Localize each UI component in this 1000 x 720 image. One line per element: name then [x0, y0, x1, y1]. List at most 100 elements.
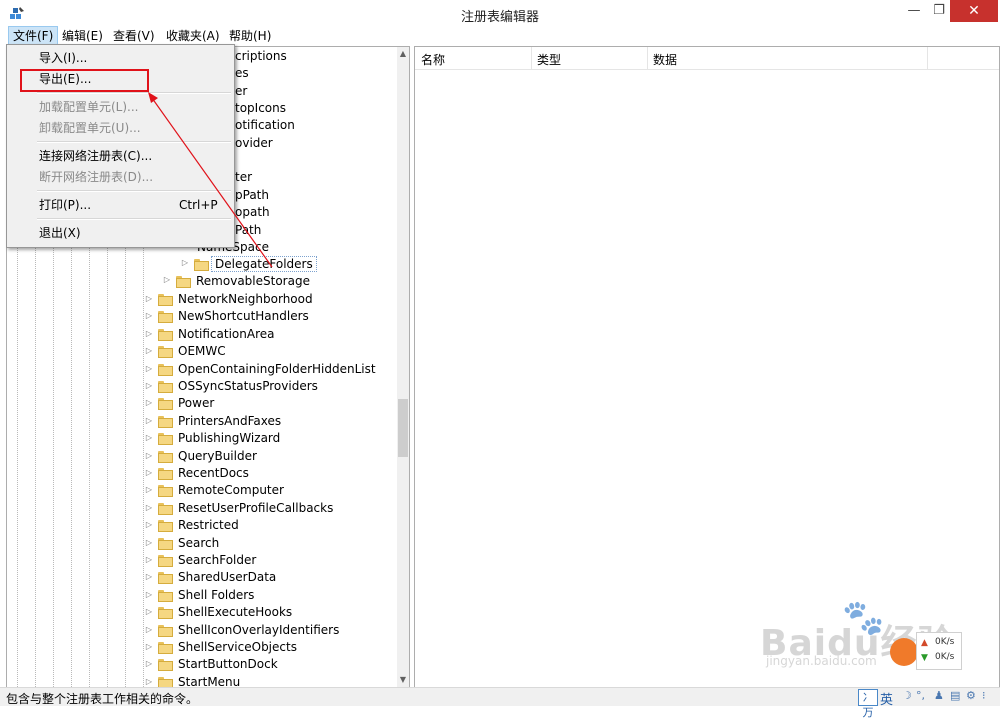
- tree-item[interactable]: es: [235, 65, 249, 82]
- tree-item[interactable]: RecentDocs: [178, 466, 249, 480]
- tree-item[interactable]: pPath: [235, 187, 269, 204]
- tree-item[interactable]: ovider: [235, 135, 273, 152]
- menu-print[interactable]: 打印(P)...: [39, 195, 91, 215]
- expand-icon[interactable]: ▷: [144, 590, 154, 599]
- tree-item[interactable]: otification: [235, 117, 295, 134]
- menu-edit[interactable]: 编辑(E): [58, 27, 107, 45]
- expand-icon[interactable]: ▷: [144, 659, 154, 668]
- expand-icon[interactable]: ▷: [144, 625, 154, 634]
- tree-scrollbar[interactable]: [397, 47, 409, 687]
- tree-item[interactable]: QueryBuilder: [178, 449, 257, 463]
- tree-item[interactable]: ShellExecuteHooks: [178, 605, 292, 619]
- column-divider[interactable]: [927, 47, 928, 69]
- values-list-pane[interactable]: 名称 类型 数据: [414, 46, 1000, 688]
- expand-icon[interactable]: ▷: [144, 433, 154, 442]
- tree-item-selected[interactable]: DelegateFolders: [211, 256, 317, 272]
- expand-icon[interactable]: ▷: [144, 416, 154, 425]
- scroll-up-arrow-icon[interactable]: ▲: [397, 47, 409, 61]
- expand-icon[interactable]: ▷: [144, 642, 154, 651]
- tree-item[interactable]: Search: [178, 536, 219, 550]
- tree-item[interactable]: ResetUserProfileCallbacks: [178, 501, 333, 515]
- tree-item[interactable]: OEMWC: [178, 344, 226, 358]
- tree-item[interactable]: NetworkNeighborhood: [178, 292, 313, 306]
- download-arrow-icon: ▼: [921, 653, 928, 663]
- expand-icon[interactable]: ▷: [144, 451, 154, 460]
- expand-icon[interactable]: ▷: [144, 468, 154, 477]
- expand-icon[interactable]: ▷: [144, 364, 154, 373]
- expand-icon[interactable]: ▷: [144, 538, 154, 547]
- expand-icon[interactable]: ▷: [144, 311, 154, 320]
- expand-icon[interactable]: ▷: [144, 485, 154, 494]
- tree-item[interactable]: Path: [235, 222, 261, 239]
- tree-item[interactable]: criptions: [235, 48, 287, 65]
- column-divider[interactable]: [647, 47, 648, 69]
- network-ball-icon[interactable]: [890, 638, 918, 666]
- tree-item[interactable]: Shell Folders: [178, 588, 254, 602]
- tree-item[interactable]: SearchFolder: [178, 553, 256, 567]
- expand-icon[interactable]: ▷: [144, 346, 154, 355]
- minimize-button[interactable]: —: [900, 0, 928, 22]
- expand-icon[interactable]: ▷: [144, 677, 154, 686]
- tree-item[interactable]: topIcons: [235, 100, 286, 117]
- tree-item[interactable]: OSSyncStatusProviders: [178, 379, 318, 393]
- close-button[interactable]: ✕: [950, 0, 998, 22]
- settings-icon[interactable]: ⚙: [966, 689, 976, 702]
- tree-item[interactable]: RemoteComputer: [178, 483, 284, 497]
- punctuation-icon[interactable]: °,: [916, 689, 925, 702]
- expand-icon[interactable]: ▷: [180, 258, 190, 267]
- menu-connect-network-registry[interactable]: 连接网络注册表(C)...: [39, 146, 152, 166]
- expand-icon[interactable]: ▷: [144, 520, 154, 529]
- scroll-down-arrow-icon[interactable]: ▼: [397, 673, 409, 687]
- column-header-type[interactable]: 类型: [537, 51, 561, 68]
- tree-item[interactable]: Power: [178, 396, 214, 410]
- expand-icon[interactable]: ▷: [144, 329, 154, 338]
- folder-icon: [158, 555, 173, 567]
- expand-icon[interactable]: ▷: [144, 572, 154, 581]
- tree-item[interactable]: RemovableStorage: [196, 274, 310, 288]
- ime-language-indicator[interactable]: 英: [880, 689, 893, 708]
- menu-file[interactable]: 文件(F): [8, 26, 59, 46]
- menu-exit[interactable]: 退出(X): [39, 223, 81, 243]
- tree-item[interactable]: opath: [235, 204, 270, 221]
- expand-icon[interactable]: ▷: [144, 294, 154, 303]
- tree-item[interactable]: NewShortcutHandlers: [178, 309, 309, 323]
- column-header-data[interactable]: 数据: [653, 51, 677, 68]
- menu-view[interactable]: 查看(V): [109, 27, 159, 45]
- menu-print-shortcut: Ctrl+P: [179, 198, 218, 212]
- tree-item[interactable]: ShellIconOverlayIdentifiers: [178, 623, 339, 637]
- tree-item[interactable]: ter: [235, 169, 252, 186]
- tree-item[interactable]: ShellServiceObjects: [178, 640, 297, 654]
- expand-icon[interactable]: ▷: [144, 381, 154, 390]
- folder-icon: [158, 659, 173, 671]
- ime-icon[interactable]: 冫万: [858, 689, 878, 719]
- network-monitor-widget[interactable]: ▲ 0K/s ▼ 0K/s: [890, 632, 970, 670]
- moon-icon[interactable]: ☽: [902, 689, 912, 702]
- tree-item[interactable]: Restricted: [178, 518, 239, 532]
- menu-import[interactable]: 导入(I)...: [39, 48, 87, 68]
- column-header-name[interactable]: 名称: [421, 51, 445, 68]
- upload-speed: 0K/s: [935, 637, 955, 647]
- tree-item[interactable]: NotificationArea: [178, 327, 274, 341]
- tree-item[interactable]: OpenContainingFolderHiddenList: [178, 362, 376, 376]
- menu-help[interactable]: 帮助(H): [225, 27, 275, 45]
- maximize-button[interactable]: ❐: [928, 0, 950, 22]
- menu-favorites[interactable]: 收藏夹(A): [162, 27, 224, 45]
- expand-icon[interactable]: ▷: [144, 398, 154, 407]
- tree-item[interactable]: PublishingWizard: [178, 431, 280, 445]
- user-icon[interactable]: ♟: [934, 689, 944, 702]
- tree-item[interactable]: SharedUserData: [178, 570, 276, 584]
- tree-scrollbar-thumb[interactable]: [398, 399, 408, 457]
- expand-icon[interactable]: ▷: [144, 607, 154, 616]
- more-icon[interactable]: ⁝: [982, 689, 986, 702]
- column-divider[interactable]: [531, 47, 532, 69]
- folder-icon: [158, 311, 173, 323]
- expand-icon[interactable]: ▷: [144, 503, 154, 512]
- tree-item[interactable]: er: [235, 83, 247, 100]
- folder-icon: [158, 346, 173, 358]
- expand-icon[interactable]: ▷: [162, 275, 172, 284]
- folder-icon: [158, 398, 173, 410]
- expand-icon[interactable]: ▷: [144, 555, 154, 564]
- tree-item[interactable]: PrintersAndFaxes: [178, 414, 281, 428]
- keyboard-icon[interactable]: ▤: [950, 689, 960, 702]
- tree-item[interactable]: StartButtonDock: [178, 657, 278, 671]
